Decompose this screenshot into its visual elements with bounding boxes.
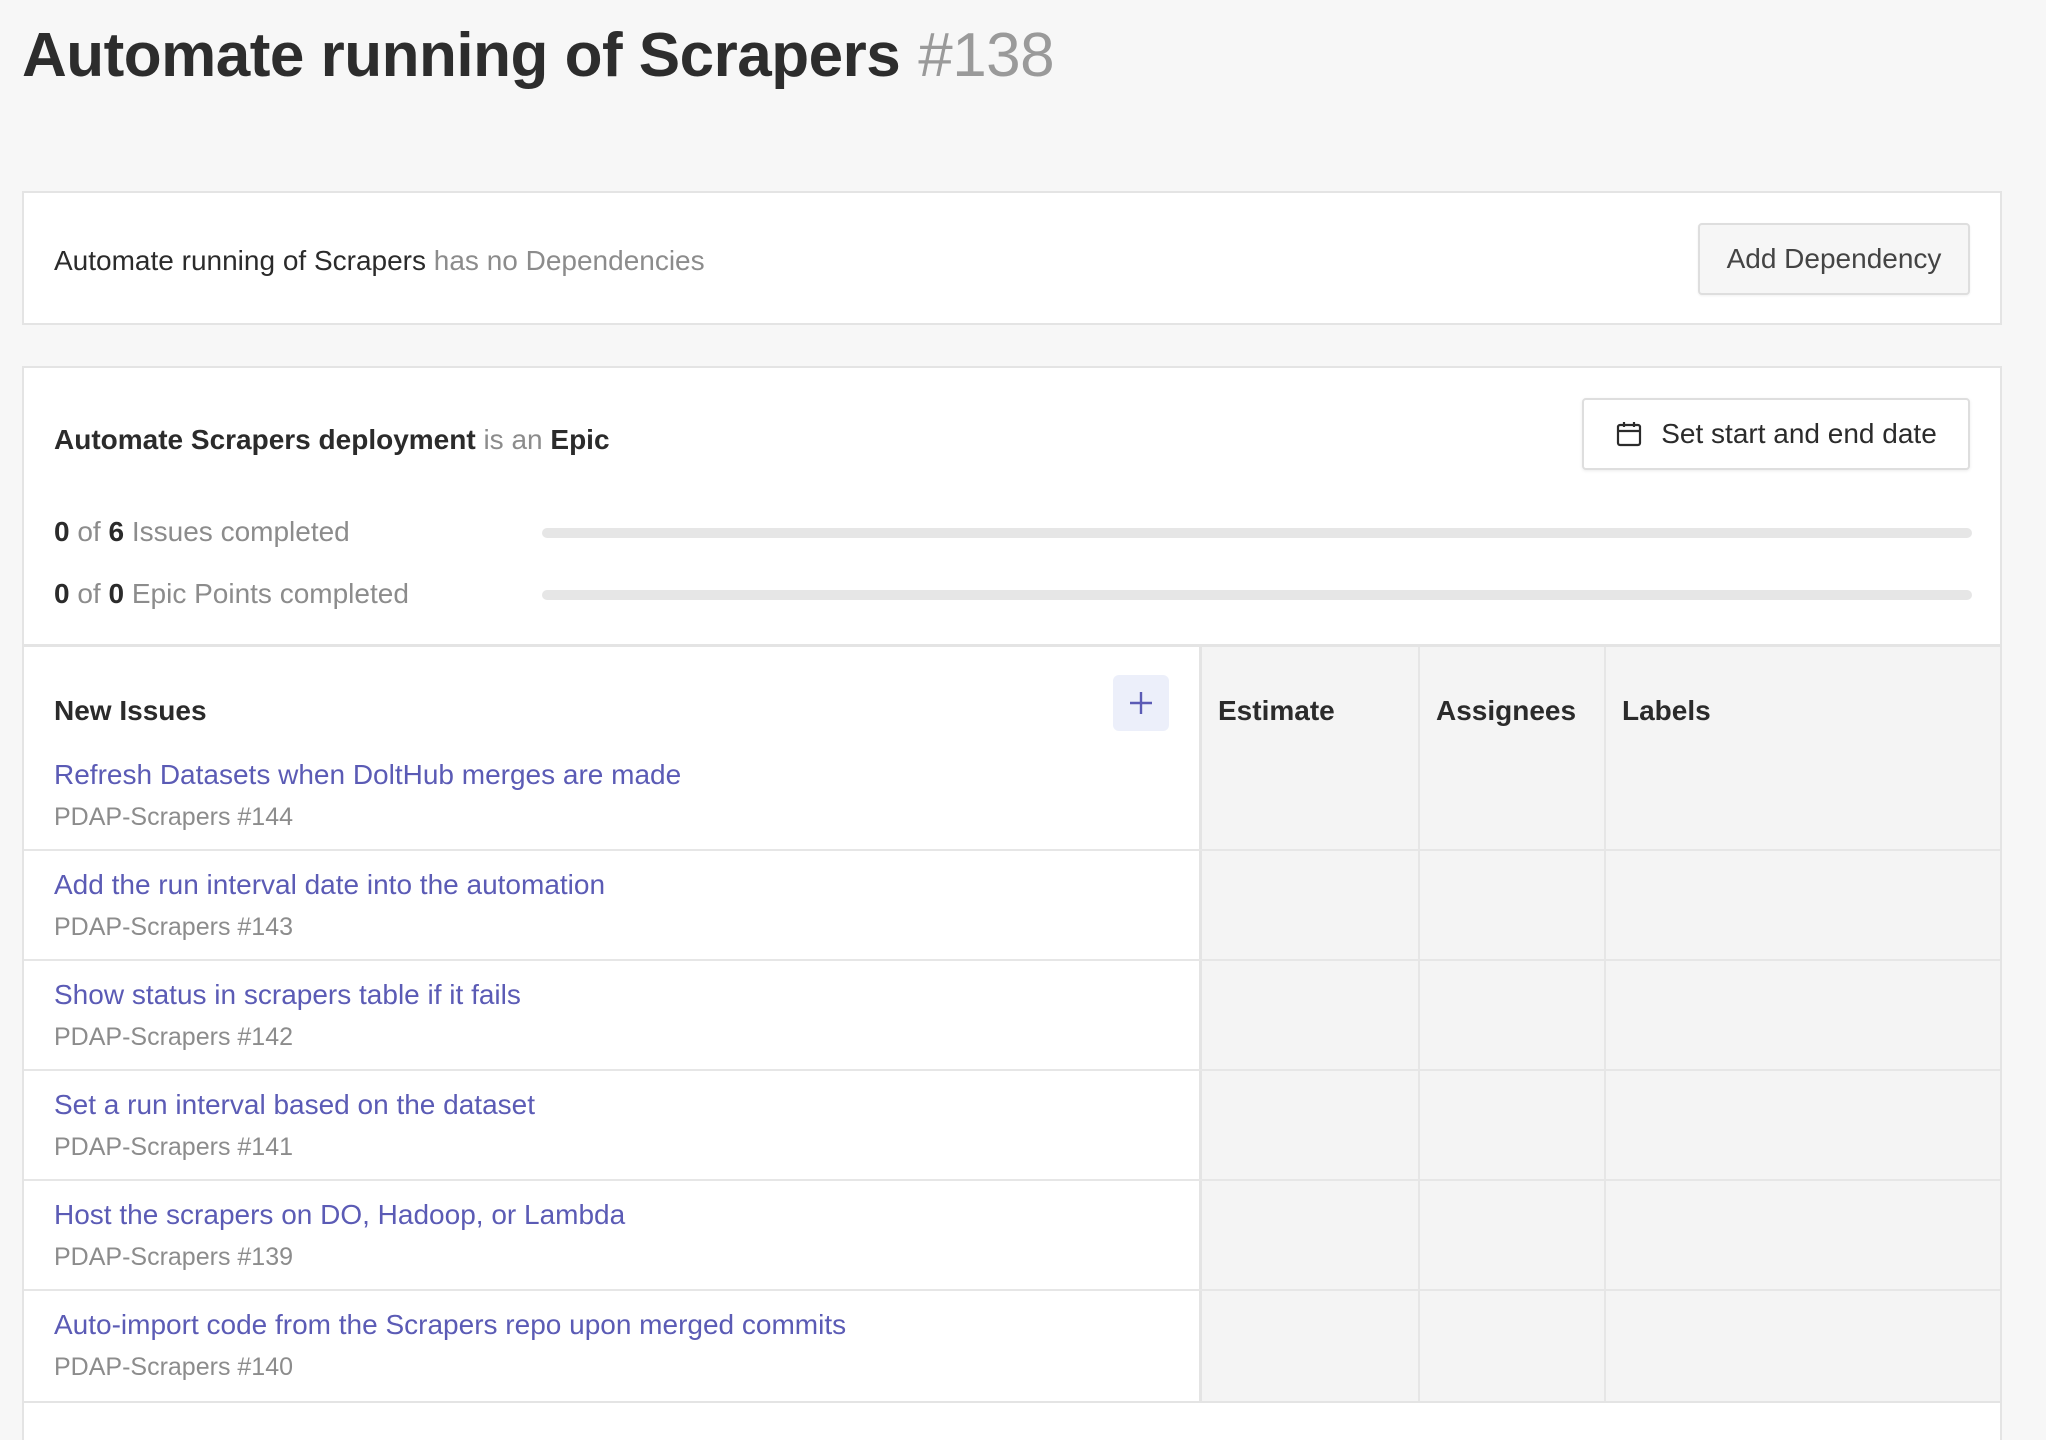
issue-title: Automate running of Scrapers — [22, 21, 901, 90]
add-dependency-button[interactable]: Add Dependency — [1698, 223, 1970, 295]
issue-link[interactable]: Auto-import code from the Scrapers repo … — [54, 1309, 846, 1341]
table-row: Auto-import code from the Scrapers repo … — [24, 1291, 2000, 1403]
labels-cell[interactable] — [1606, 1181, 2000, 1289]
issue-link[interactable]: Set a run interval based on the dataset — [54, 1089, 535, 1121]
page-title: Automate running of Scrapers #138 — [22, 18, 1055, 94]
epic-is-an: is an — [483, 424, 543, 455]
set-start-end-date-button[interactable]: Set start and end date — [1582, 398, 1970, 470]
issues-progress-text: 0 of 6 Issues completed — [54, 516, 350, 548]
issues-progress-bar — [542, 528, 1972, 538]
table-row: Set a run interval based on the dataset … — [24, 1071, 2000, 1181]
plus-icon — [1130, 692, 1152, 714]
issue-ref: PDAP-Scrapers #144 — [54, 803, 294, 831]
points-of-text: of — [77, 578, 101, 609]
issue-link[interactable]: Refresh Datasets when DoltHub merges are… — [54, 759, 681, 791]
epic-type-label: Epic — [550, 424, 610, 455]
points-progress-bar — [542, 590, 1972, 600]
epic-summary: Automate Scrapers deployment is an Epic — [54, 424, 610, 456]
labels-heading: Labels — [1622, 695, 1711, 726]
points-progress-label: Epic Points completed — [131, 578, 409, 609]
estimate-cell[interactable] — [1202, 1291, 1420, 1401]
issues-of-text: of — [77, 516, 101, 547]
issue-cell: Host the scrapers on DO, Hadoop, or Lamb… — [24, 1181, 1202, 1289]
calendar-icon — [1615, 420, 1643, 448]
new-issues-heading: New Issues — [54, 695, 207, 726]
assignees-cell: Assignees — [1420, 647, 1606, 849]
issue-link[interactable]: Host the scrapers on DO, Hadoop, or Lamb… — [54, 1199, 625, 1231]
estimate-cell[interactable] — [1202, 1071, 1420, 1179]
assignees-cell[interactable] — [1420, 1071, 1606, 1179]
dependencies-status: has no Dependencies — [433, 245, 705, 276]
issue-column: New Issues Refresh Datasets when DoltHub… — [24, 647, 1202, 849]
points-progress-text: 0 of 0 Epic Points completed — [54, 578, 409, 610]
epic-issues-table: New Issues Refresh Datasets when DoltHub… — [24, 644, 2000, 1403]
epic-name: Automate Scrapers deployment — [54, 424, 476, 455]
dependencies-card: Automate running of Scrapers has no Depe… — [22, 191, 2002, 325]
issue-ref: PDAP-Scrapers #143 — [54, 913, 294, 941]
estimate-cell[interactable] — [1202, 961, 1420, 1069]
table-row: Add the run interval date into the autom… — [24, 851, 2000, 961]
issue-ref: PDAP-Scrapers #139 — [54, 1243, 294, 1271]
estimate-cell[interactable] — [1202, 851, 1420, 959]
points-completed-count: 0 — [54, 578, 70, 609]
issue-number: #138 — [918, 21, 1055, 90]
table-header-row: New Issues Refresh Datasets when DoltHub… — [24, 647, 2000, 851]
issues-total-count: 6 — [108, 516, 125, 547]
labels-cell: Labels — [1606, 647, 2000, 849]
estimate-heading: Estimate — [1218, 695, 1335, 726]
issue-cell: Show status in scrapers table if it fail… — [24, 961, 1202, 1069]
issue-ref: PDAP-Scrapers #140 — [54, 1353, 294, 1381]
dependencies-summary: Automate running of Scrapers has no Depe… — [54, 245, 705, 277]
assignees-cell[interactable] — [1420, 1291, 1606, 1401]
labels-cell[interactable] — [1606, 961, 2000, 1069]
assignees-cell[interactable] — [1420, 1181, 1606, 1289]
table-row: Show status in scrapers table if it fail… — [24, 961, 2000, 1071]
assignees-cell[interactable] — [1420, 851, 1606, 959]
issue-cell: Add the run interval date into the autom… — [24, 851, 1202, 959]
labels-cell[interactable] — [1606, 1291, 2000, 1401]
issue-cell: Set a run interval based on the dataset … — [24, 1071, 1202, 1179]
issues-progress-label: Issues completed — [131, 516, 350, 547]
add-issue-button[interactable] — [1113, 675, 1169, 731]
points-total-count: 0 — [108, 578, 125, 609]
issues-completed-count: 0 — [54, 516, 70, 547]
issue-cell: Auto-import code from the Scrapers repo … — [24, 1291, 1202, 1401]
issue-ref: PDAP-Scrapers #142 — [54, 1023, 294, 1051]
table-row: Host the scrapers on DO, Hadoop, or Lamb… — [24, 1181, 2000, 1291]
assignees-heading: Assignees — [1436, 695, 1577, 726]
labels-cell[interactable] — [1606, 1071, 2000, 1179]
estimate-cell: Estimate — [1202, 647, 1420, 849]
labels-cell[interactable] — [1606, 851, 2000, 959]
assignees-cell[interactable] — [1420, 961, 1606, 1069]
issue-ref: PDAP-Scrapers #141 — [54, 1133, 294, 1161]
set-date-label: Set start and end date — [1661, 418, 1937, 449]
issue-link[interactable]: Show status in scrapers table if it fail… — [54, 979, 521, 1011]
dependencies-issue-name: Automate running of Scrapers — [54, 245, 426, 276]
issue-link[interactable]: Add the run interval date into the autom… — [54, 869, 605, 901]
epic-card: Automate Scrapers deployment is an Epic … — [22, 366, 2002, 1440]
estimate-cell[interactable] — [1202, 1181, 1420, 1289]
